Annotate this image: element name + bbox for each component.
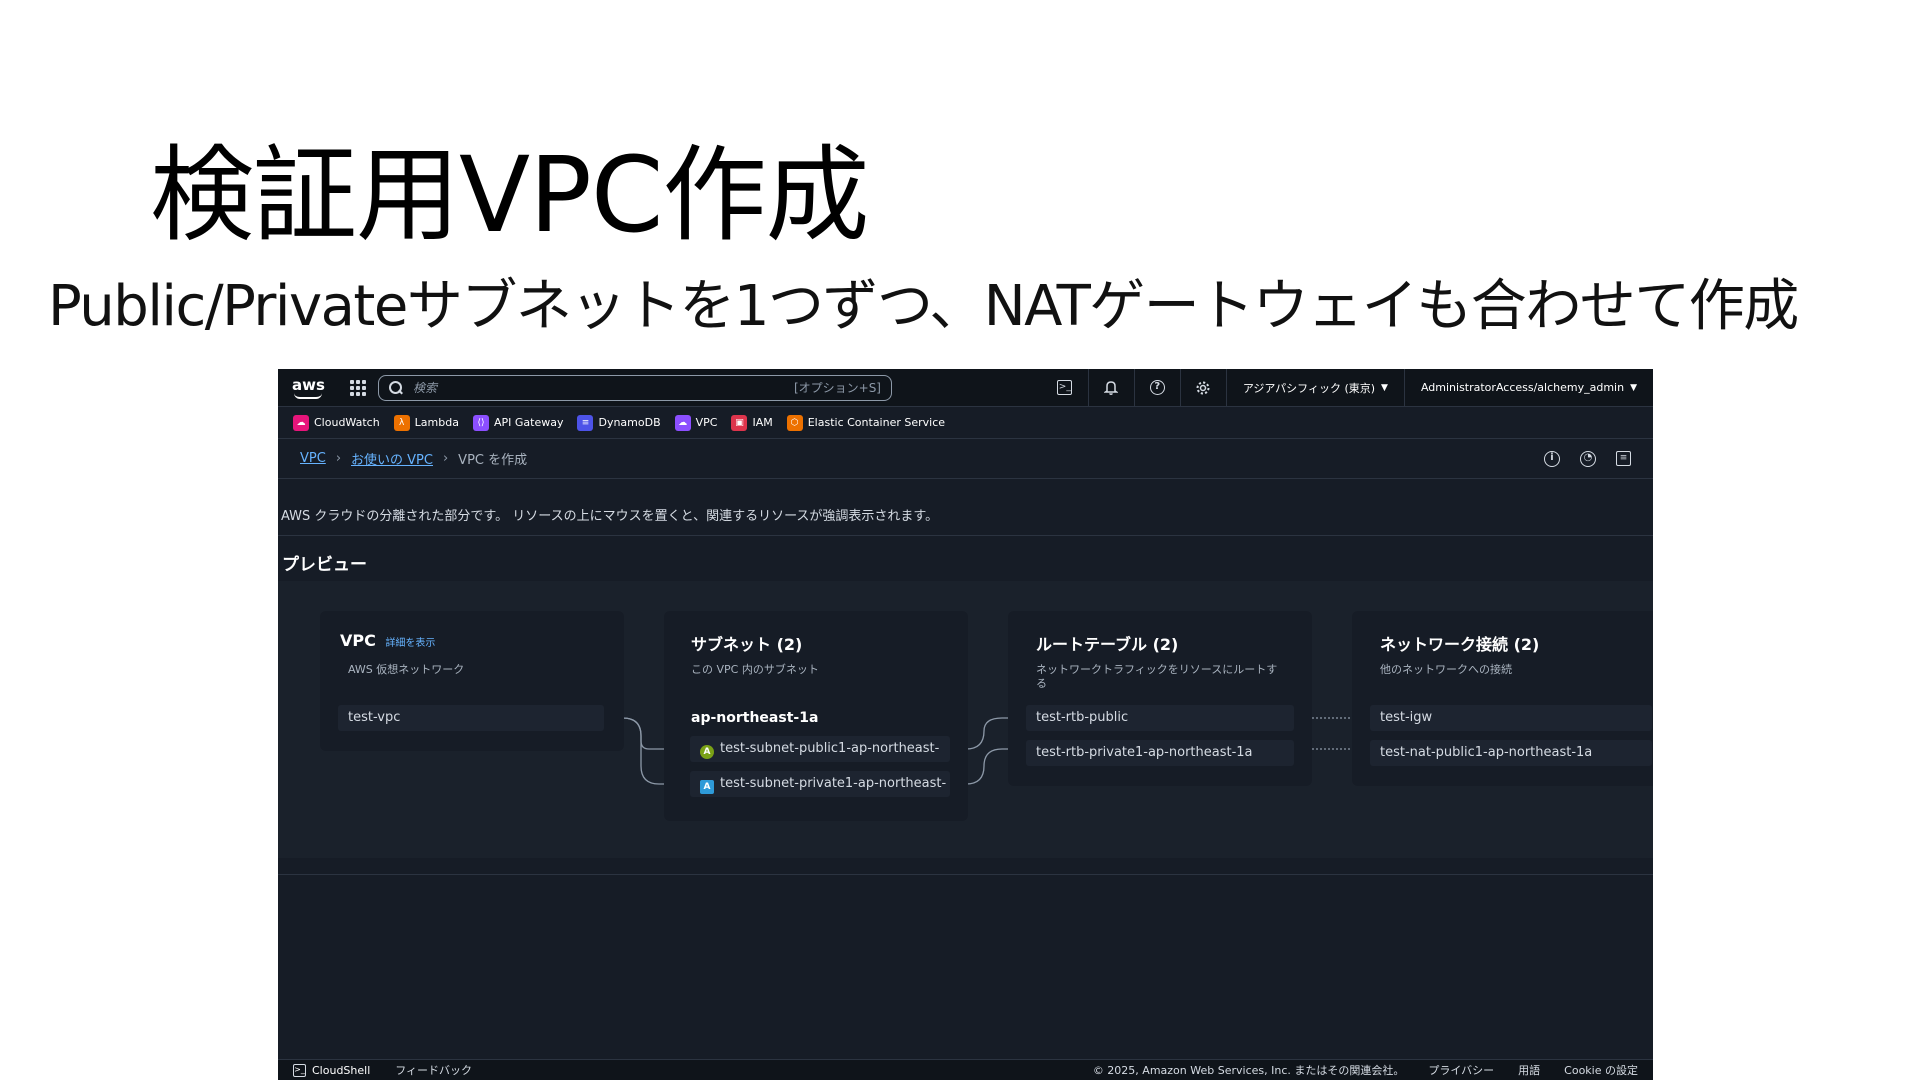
route-table-item[interactable]: test-rtb-public <box>1026 705 1294 731</box>
favorite-iam[interactable]: ▣ IAM <box>731 414 773 431</box>
account-menu[interactable]: AdministratorAccess/alchemy_admin ▼ <box>1403 369 1653 406</box>
favorite-api-gateway[interactable]: ⟨⟩ API Gateway <box>472 414 563 431</box>
chevron-down-icon: ▼ <box>1630 382 1637 393</box>
favorites-bar: ☁ CloudWatch λ Lambda ⟨⟩ API Gateway ≡ Dynam… <box>278 407 1653 439</box>
subnet-item[interactable]: Atest-subnet-private1-ap-northeast- <box>690 771 950 797</box>
aws-logo[interactable]: aws <box>292 373 332 403</box>
view-details-link[interactable]: 詳細を表示 <box>385 638 435 649</box>
cloudshell-icon: >_ <box>293 1063 306 1077</box>
public-subnet-icon: A <box>700 745 714 759</box>
cloudshell-icon[interactable]: >_ <box>1042 369 1088 406</box>
copyright-text: © 2025, Amazon Web Services, Inc. またはその関… <box>1092 1064 1405 1077</box>
lambda-icon: λ <box>393 414 410 431</box>
route-tables-card: ルートテーブル (2) ネットワークトラフィックをリソースにルートする test… <box>1008 611 1312 786</box>
slide-title: 検証用VPC作成 <box>150 134 869 256</box>
help-icon[interactable]: ? <box>1133 369 1180 406</box>
terms-link[interactable]: 用語 <box>1518 1062 1540 1078</box>
vpc-card-subtitle: AWS 仮想ネットワーク <box>348 663 465 676</box>
private-subnet-icon: A <box>700 780 714 794</box>
vpc-icon: ☁ <box>674 414 691 431</box>
iam-icon: ▣ <box>731 414 748 431</box>
availability-zone-label: ap-northeast-1a <box>691 710 819 726</box>
preview-diagram: VPC 詳細を表示 AWS 仮想ネットワーク test-vpc サブネット (2… <box>278 581 1653 858</box>
favorite-ecs[interactable]: ⬡ Elastic Container Service <box>786 414 945 431</box>
chevron-down-icon: ▼ <box>1381 382 1388 393</box>
settings-gear-icon[interactable] <box>1179 369 1226 406</box>
search-icon <box>389 380 403 395</box>
dynamodb-icon: ≡ <box>577 414 594 431</box>
aws-console-screenshot: aws [オプション+S] >_ ? アジアパシフィック (東京)▼ Admin… <box>278 369 1653 1080</box>
feedback-icon[interactable]: ◔ <box>1580 450 1596 467</box>
console-footer: >_ CloudShell フィードバック © 2025, Amazon Web … <box>278 1059 1653 1080</box>
chevron-right-icon: › <box>335 451 342 466</box>
route-table-item[interactable]: test-rtb-private1-ap-northeast-1a <box>1026 740 1294 766</box>
vpc-card-title: VPC <box>340 631 376 650</box>
subnets-card: サブネット (2) この VPC 内のサブネット ap-northeast-1a… <box>664 611 968 821</box>
favorite-vpc[interactable]: ☁ VPC <box>674 414 717 431</box>
preview-heading: プレビュー <box>282 555 367 575</box>
favorite-cloudwatch[interactable]: ☁ CloudWatch <box>293 414 380 431</box>
network-connection-item[interactable]: test-nat-public1-ap-northeast-1a <box>1370 740 1652 766</box>
cloudshell-button[interactable]: >_ CloudShell <box>293 1063 370 1077</box>
ecs-icon: ⬡ <box>786 414 803 431</box>
subnet-item[interactable]: Atest-subnet-public1-ap-northeast- <box>690 736 950 762</box>
chevron-right-icon: › <box>442 451 449 466</box>
network-card-subtitle: 他のネットワークへの接続 <box>1380 663 1512 676</box>
services-menu-icon[interactable] <box>350 379 366 396</box>
top-navigation: aws [オプション+S] >_ ? アジアパシフィック (東京)▼ Admin… <box>278 369 1653 407</box>
subnets-card-subtitle: この VPC 内のサブネット <box>691 663 819 676</box>
search-input[interactable] <box>413 380 794 395</box>
screen-icon[interactable]: ≡ <box>1616 450 1631 466</box>
vpc-item[interactable]: test-vpc <box>338 705 604 731</box>
breadcrumb-your-vpcs-link[interactable]: お使いの VPC <box>351 449 433 468</box>
search-box[interactable]: [オプション+S] <box>378 374 892 401</box>
feedback-link[interactable]: フィードバック <box>395 1062 472 1078</box>
vpc-description: AWS クラウドの分離された部分です。 リソースの上にマウスを置くと、関連するリ… <box>281 509 939 524</box>
divider <box>278 874 1653 875</box>
slide-subtitle: Public/Privateサブネットを1つずつ、NATゲートウェイも合わせて作… <box>48 274 1799 339</box>
favorite-lambda[interactable]: λ Lambda <box>393 414 459 431</box>
region-selector[interactable]: アジアパシフィック (東京) ▼ <box>1225 369 1404 406</box>
privacy-link[interactable]: プライバシー <box>1428 1062 1494 1078</box>
breadcrumb-vpc-link[interactable]: VPC <box>300 451 326 466</box>
divider <box>278 535 1653 536</box>
api-gateway-icon: ⟨⟩ <box>472 414 489 431</box>
cloudwatch-icon: ☁ <box>293 414 309 431</box>
breadcrumb: VPC › お使いの VPC › VPC を作成 i ◔ ≡ <box>278 439 1653 479</box>
breadcrumb-current: VPC を作成 <box>458 453 528 468</box>
subnets-card-title: サブネット (2) <box>691 635 803 654</box>
route-tables-card-subtitle: ネットワークトラフィックをリソースにルートする <box>1036 663 1278 690</box>
favorite-dynamodb[interactable]: ≡ DynamoDB <box>577 414 661 431</box>
network-card-title: ネットワーク接続 (2) <box>1380 635 1540 654</box>
notifications-bell-icon[interactable] <box>1087 369 1134 406</box>
network-connections-card: ネットワーク接続 (2) 他のネットワークへの接続 test-igw test-… <box>1352 611 1653 786</box>
network-connection-item[interactable]: test-igw <box>1370 705 1652 731</box>
search-shortcut: [オプション+S] <box>793 381 881 395</box>
info-icon[interactable]: i <box>1544 450 1560 467</box>
vpc-card: VPC 詳細を表示 AWS 仮想ネットワーク test-vpc <box>320 611 624 751</box>
route-tables-card-title: ルートテーブル (2) <box>1036 635 1179 654</box>
cookie-settings-link[interactable]: Cookie の設定 <box>1564 1062 1638 1078</box>
